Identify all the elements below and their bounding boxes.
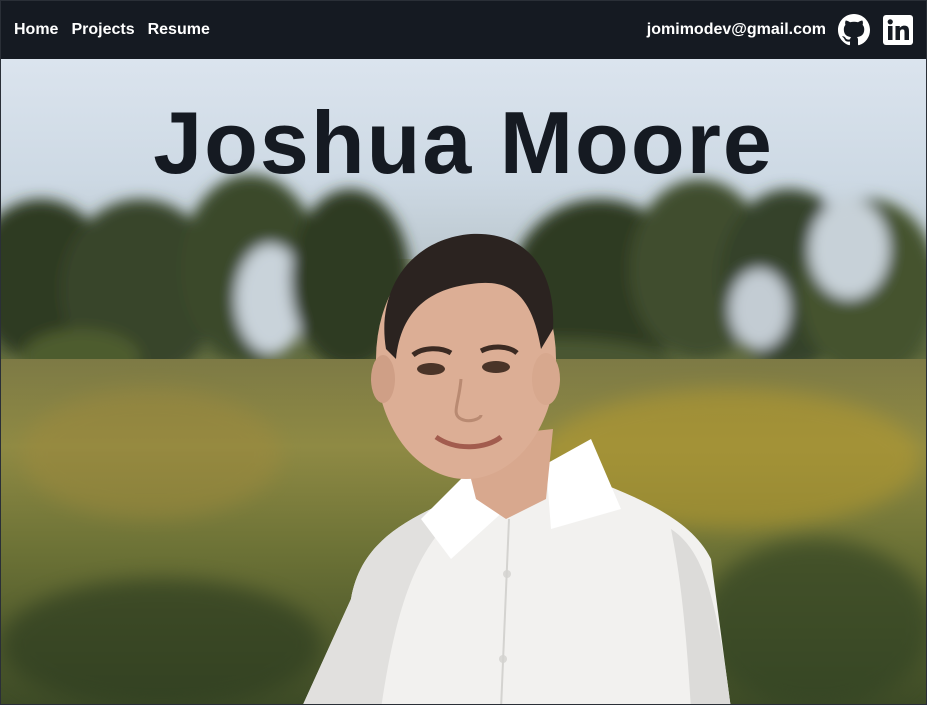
nav-right: jomimodev@gmail.com <box>647 14 914 46</box>
github-icon[interactable] <box>838 14 870 46</box>
portrait-photo <box>303 233 731 704</box>
page: Home Projects Resume jomimodev@gmail.com <box>0 0 927 705</box>
nav-link-home[interactable]: Home <box>14 21 58 39</box>
nav-link-projects[interactable]: Projects <box>71 21 134 39</box>
nav-link-resume[interactable]: Resume <box>148 21 210 39</box>
navbar: Home Projects Resume jomimodev@gmail.com <box>1 1 926 59</box>
nav-links: Home Projects Resume <box>14 21 210 39</box>
hero-section: Joshua Moore <box>1 59 926 704</box>
grass-patch <box>1 579 321 704</box>
hero-title: Joshua Moore <box>153 93 774 192</box>
email-link[interactable]: jomimodev@gmail.com <box>647 21 826 39</box>
linkedin-icon[interactable] <box>882 14 914 46</box>
flower-patch <box>21 389 281 519</box>
